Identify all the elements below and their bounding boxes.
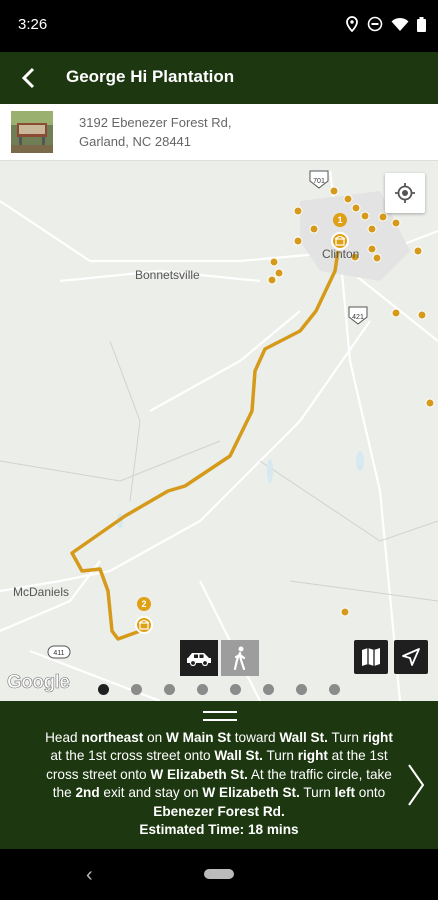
directions-panel: Head northeast on W Main St toward Wall … (0, 701, 438, 849)
hwy-shield-411: 411 (47, 645, 71, 659)
road (0, 440, 221, 482)
poi-dot (343, 194, 353, 204)
walk-icon (233, 646, 246, 670)
pager-dot[interactable] (296, 684, 307, 695)
back-button[interactable] (12, 62, 44, 94)
road (109, 340, 141, 502)
poi-dot (367, 244, 377, 254)
marker-end-label: 2 (137, 597, 151, 611)
water (356, 451, 364, 471)
water (267, 459, 273, 483)
poi-dot (309, 224, 319, 234)
next-step-button[interactable] (401, 760, 431, 810)
navigate-button[interactable] (394, 640, 428, 674)
poi-dot (372, 253, 382, 263)
car-icon (187, 653, 211, 666)
marker-start[interactable] (331, 232, 349, 250)
location-thumbnail (11, 111, 53, 153)
address-row[interactable]: 3192 Ebenezer Forest Rd, Garland, NC 284… (0, 104, 438, 161)
poi-dot (425, 398, 435, 408)
nav-back-icon[interactable]: ‹ (86, 864, 93, 887)
landmark-icon (139, 620, 149, 630)
hwy-411-label: 411 (53, 650, 64, 657)
pager-dot[interactable] (98, 684, 109, 695)
google-logo: Google (7, 672, 71, 694)
poi-dot (367, 224, 377, 234)
poi-dot (413, 246, 423, 256)
directions-text: Head northeast on W Main St toward Wall … (45, 730, 393, 838)
poi-dot (269, 257, 279, 267)
poi-dot (360, 211, 370, 221)
poi-dot (293, 236, 303, 246)
road (0, 200, 331, 263)
my-location-button[interactable] (385, 173, 425, 213)
route-line (70, 250, 340, 641)
pager-dot[interactable] (230, 684, 241, 695)
mode-walking-button[interactable] (221, 640, 259, 676)
address-line2: Garland, NC 28441 (79, 134, 192, 149)
navigation-arrow-icon (402, 648, 420, 666)
poi-dot (351, 203, 361, 213)
poi-dot (378, 212, 388, 222)
pager-dot[interactable] (197, 684, 208, 695)
road (259, 460, 438, 542)
road (0, 320, 371, 593)
status-icons (345, 16, 426, 32)
system-nav-bar: ‹ (0, 849, 438, 900)
poi-dot (391, 308, 401, 318)
wifi-icon (391, 17, 409, 31)
estimated-time: Estimated Time: 18 mins (139, 822, 299, 838)
road (149, 310, 301, 412)
poi-dot (293, 206, 303, 216)
poi-dot (340, 607, 350, 617)
mode-driving-button[interactable] (180, 640, 218, 676)
hwy-421-label: 421 (352, 314, 364, 321)
poi-dot (329, 186, 339, 196)
pager-dot[interactable] (263, 684, 274, 695)
map-icon (362, 648, 380, 666)
map-view-button[interactable] (354, 640, 388, 674)
pager-dot[interactable] (131, 684, 142, 695)
marker-start-label: 1 (333, 213, 347, 227)
hwy-701-label: 701 (313, 178, 325, 185)
arrow-back-icon (21, 67, 35, 89)
poi-dot (267, 275, 277, 285)
hwy-shield-701: 701 (309, 170, 329, 189)
nav-home-pill[interactable] (204, 869, 234, 879)
location-icon (346, 16, 358, 32)
pager-dot[interactable] (329, 684, 340, 695)
address-line1: 3192 Ebenezer Forest Rd, (79, 115, 232, 130)
poi-dot (274, 268, 284, 278)
town-label-bonnetsville: Bonnetsville (135, 268, 200, 282)
status-time: 3:26 (18, 16, 48, 33)
town-label-mcdaniels: McDaniels (13, 585, 70, 599)
pager-dot[interactable] (164, 684, 175, 695)
status-bar: 3:26 (0, 0, 438, 52)
battery-icon (417, 16, 426, 32)
poi-dot (391, 218, 401, 228)
map-base: 701 421 411 (0, 170, 438, 701)
hwy-shield-421: 421 (348, 306, 368, 325)
dnd-icon (367, 16, 383, 32)
road (289, 580, 438, 602)
page-title: George Hi Plantation (66, 67, 235, 86)
marker-end[interactable] (135, 616, 153, 634)
landmark-icon (335, 236, 345, 246)
poi-dot (417, 310, 427, 320)
drag-handle[interactable] (203, 711, 237, 721)
app-bar: George Hi Plantation (0, 52, 438, 104)
chevron-right-icon (408, 764, 425, 806)
route-map[interactable]: 701 421 411 Bonnetsville Clinton McDanie… (0, 161, 438, 701)
pager-dots (98, 684, 340, 695)
address-text: 3192 Ebenezer Forest Rd, Garland, NC 284… (79, 113, 231, 151)
crosshair-icon (395, 183, 415, 203)
